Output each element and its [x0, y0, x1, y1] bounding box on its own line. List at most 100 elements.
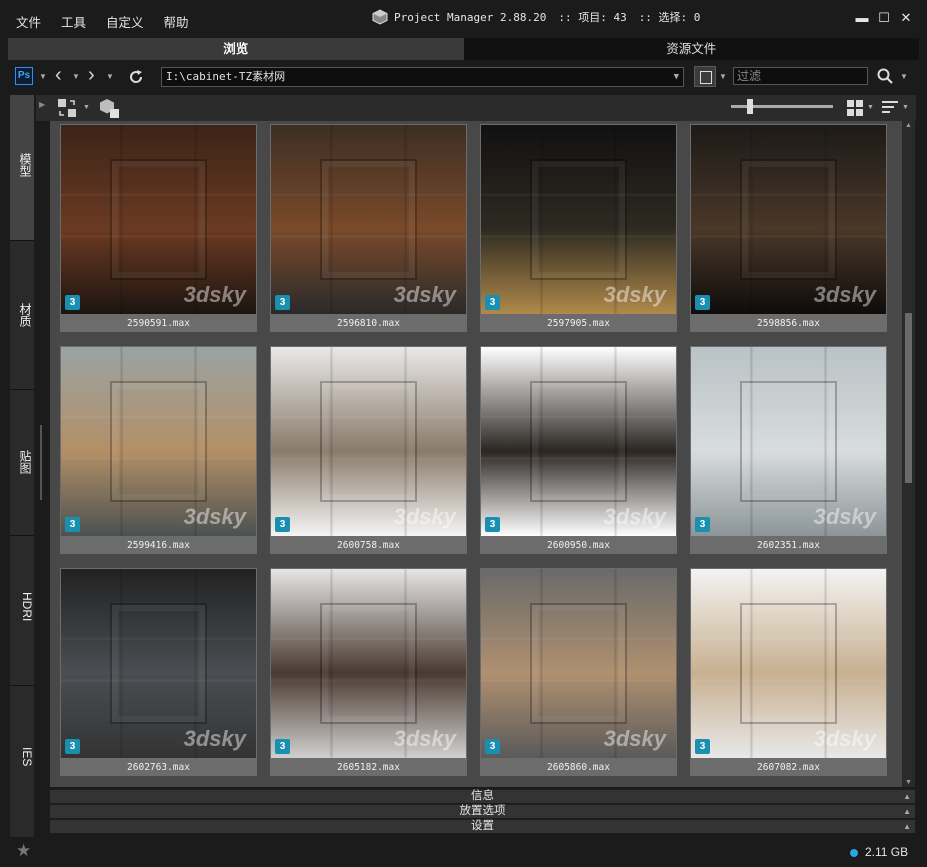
asset-filename: 2596810.max [337, 318, 400, 329]
forward-icon[interactable]: › [88, 64, 95, 87]
asset-card[interactable]: 3dsky 3 2596810.max [270, 124, 467, 332]
menu-tools[interactable]: 工具 [51, 12, 96, 31]
sidebar-item-ies[interactable]: IES [10, 747, 34, 766]
chevron-down-icon[interactable]: ▼ [39, 72, 47, 81]
asset-filename: 2600758.max [337, 540, 400, 551]
panel-settings[interactable]: 设置 ▲ [50, 819, 915, 833]
panel-info[interactable]: 信息 ▲ [50, 789, 915, 803]
3dsmax-badge-icon: 3 [695, 295, 710, 310]
chevron-down-icon[interactable]: ▼ [867, 104, 874, 111]
grid-view-icon[interactable] [846, 99, 864, 117]
menu-file[interactable]: 文件 [6, 12, 51, 31]
tab-browse[interactable]: 浏览 [8, 38, 464, 60]
3dsmax-badge-icon: 3 [65, 295, 80, 310]
furniture-shape [739, 159, 838, 280]
slider-handle[interactable] [747, 99, 753, 114]
chevron-down-icon[interactable]: ▼ [72, 72, 80, 81]
asset-thumbnail[interactable]: 3dsky 3 [691, 347, 886, 536]
item-count: :: 项目: 43 [558, 11, 627, 24]
watermark: 3dsky [813, 282, 876, 307]
asset-card[interactable]: 3dsky 3 2590591.max [60, 124, 257, 332]
watermark: 3dsky [813, 504, 876, 529]
scroll-down-icon[interactable]: ▼ [905, 779, 912, 786]
sidebar-item-materials[interactable]: 材质 [10, 303, 34, 327]
refresh-icon[interactable] [127, 68, 145, 86]
furniture-shape [319, 603, 418, 724]
chevron-up-icon[interactable]: ▲ [903, 805, 911, 818]
panel-placement-options[interactable]: 放置选项 ▲ [50, 804, 915, 818]
asset-thumbnail[interactable]: 3dsky 3 [271, 569, 466, 758]
asset-card[interactable]: 3dsky 3 2600950.max [480, 346, 677, 554]
asset-filename: 2605182.max [337, 762, 400, 773]
asset-thumbnail[interactable]: 3dsky 3 [271, 125, 466, 314]
asset-filename: 2599416.max [127, 540, 190, 551]
category-sidebar: 模型 材质 贴图 HDRI IES [10, 95, 34, 837]
chevron-down-icon[interactable]: ▼ [719, 72, 727, 81]
asset-thumbnail[interactable]: 3dsky 3 [271, 347, 466, 536]
furniture-shape [529, 381, 628, 502]
chevron-down-icon[interactable]: ▼ [106, 72, 114, 81]
menu-help[interactable]: 帮助 [154, 12, 199, 31]
chevron-down-icon[interactable]: ▼ [674, 68, 679, 86]
3dsmax-badge-icon: 3 [65, 517, 80, 532]
watermark: 3dsky [813, 726, 876, 751]
asset-thumbnail[interactable]: 3dsky 3 [61, 347, 256, 536]
sidebar-item-hdri[interactable]: HDRI [10, 592, 34, 621]
asset-card[interactable]: 3dsky 3 2605182.max [270, 568, 467, 776]
close-icon[interactable]: ✕ [895, 10, 917, 26]
watermark: 3dsky [183, 282, 246, 307]
asset-thumbnail[interactable]: 3dsky 3 [691, 569, 886, 758]
sort-icon[interactable] [881, 99, 899, 117]
chevron-down-icon[interactable]: ▼ [83, 104, 90, 111]
asset-card[interactable]: 3dsky 3 2600758.max [270, 346, 467, 554]
chevron-down-icon[interactable]: ▼ [900, 72, 908, 81]
sidebar-resize-handle[interactable] [40, 425, 42, 500]
sync-icon[interactable] [56, 97, 78, 119]
grid-scrollbar[interactable]: ▲ ▼ [902, 121, 915, 787]
sidebar-item-maps[interactable]: 贴图 [10, 450, 34, 474]
asset-filename: 2602351.max [757, 540, 820, 551]
scroll-up-icon[interactable]: ▲ [905, 122, 912, 129]
asset-card[interactable]: 3dsky 3 2607082.max [690, 568, 887, 776]
add-asset-icon[interactable] [98, 97, 120, 119]
asset-thumbnail[interactable]: 3dsky 3 [691, 125, 886, 314]
3dsmax-badge-icon: 3 [275, 295, 290, 310]
3dsmax-badge-icon: 3 [275, 517, 290, 532]
furniture-shape [529, 159, 628, 280]
asset-filename: 2600950.max [547, 540, 610, 551]
asset-card[interactable]: 3dsky 3 2605860.max [480, 568, 677, 776]
asset-card[interactable]: 3dsky 3 2598856.max [690, 124, 887, 332]
status-bar: ★ 2.11 GB [0, 837, 927, 867]
sidebar-item-models[interactable]: 模型 [10, 153, 34, 177]
photoshop-icon[interactable]: Ps [15, 67, 33, 85]
maximize-icon[interactable]: ☐ [873, 10, 895, 26]
chevron-up-icon[interactable]: ▲ [903, 790, 911, 803]
disk-status-icon [850, 849, 858, 857]
scroll-thumb[interactable] [905, 313, 912, 483]
grid-toolbar: ▶ ▼ ▼ ▼ [36, 95, 916, 121]
asset-thumbnail[interactable]: 3dsky 3 [481, 125, 676, 314]
asset-thumbnail[interactable]: 3dsky 3 [61, 125, 256, 314]
minimize-icon[interactable]: ▬ [851, 10, 873, 26]
tab-resources[interactable]: 资源文件 [463, 38, 919, 60]
back-icon[interactable]: ‹ [55, 64, 62, 87]
path-input[interactable]: I:\cabinet-TZ素材网 ▼ [161, 67, 684, 87]
filter-input[interactable]: 过滤 [733, 67, 868, 85]
expand-arrow-icon[interactable]: ▶ [39, 100, 45, 109]
asset-filename: 2598856.max [757, 318, 820, 329]
favorite-star-icon[interactable]: ★ [16, 841, 31, 861]
asset-card[interactable]: 3dsky 3 2602763.max [60, 568, 257, 776]
asset-card[interactable]: 3dsky 3 2599416.max [60, 346, 257, 554]
asset-thumbnail[interactable]: 3dsky 3 [481, 569, 676, 758]
chevron-down-icon[interactable]: ▼ [902, 104, 909, 111]
asset-card[interactable]: 3dsky 3 2602351.max [690, 346, 887, 554]
search-icon[interactable] [877, 68, 893, 84]
menu-customize[interactable]: 自定义 [96, 12, 154, 31]
asset-filename: 2607082.max [757, 762, 820, 773]
watermark: 3dsky [393, 726, 456, 751]
asset-thumbnail[interactable]: 3dsky 3 [61, 569, 256, 758]
filter-toggle-button[interactable] [694, 66, 716, 87]
asset-card[interactable]: 3dsky 3 2597905.max [480, 124, 677, 332]
chevron-up-icon[interactable]: ▲ [903, 820, 911, 833]
asset-thumbnail[interactable]: 3dsky 3 [481, 347, 676, 536]
